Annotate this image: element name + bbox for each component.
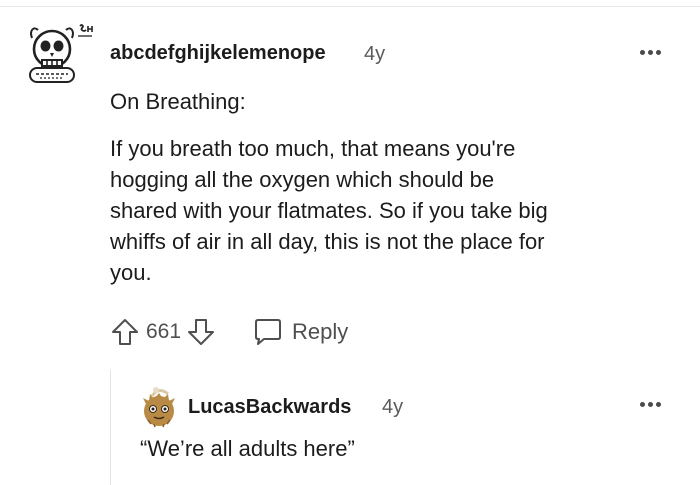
comment-card: abcdefghijkelemenope 4y On Breathing: If… <box>0 0 700 485</box>
comment-title-line: On Breathing: <box>110 89 246 114</box>
reply-button[interactable]: Reply <box>252 317 348 347</box>
more-options-icon <box>639 401 645 407</box>
upvote-arrow-icon <box>112 319 138 345</box>
comment-body: If you breath too much, that means you'r… <box>110 136 548 285</box>
reply-user-avatar[interactable] <box>140 386 178 428</box>
chat-bubble-icon <box>255 319 282 345</box>
comment-actions: 661 Reply <box>108 313 348 351</box>
reply-more-options-button[interactable] <box>634 394 666 414</box>
downvote-button[interactable] <box>184 315 218 349</box>
downvote-arrow-icon <box>188 319 215 345</box>
more-options-button[interactable] <box>634 42 666 62</box>
reply-timestamp[interactable]: 4y <box>382 396 403 419</box>
reply-body: “We’re all adults here” <box>140 436 355 461</box>
skull-avatar-icon <box>29 24 93 83</box>
comment-timestamp[interactable]: 4y <box>364 43 385 66</box>
more-options-icon <box>655 401 661 407</box>
comment-username[interactable]: abcdefghijkelemenope <box>110 42 326 65</box>
user-avatar[interactable] <box>26 20 98 88</box>
reply-username[interactable]: LucasBackwards <box>188 396 351 419</box>
more-options-icon <box>647 401 653 407</box>
vote-score: 661 <box>146 320 182 343</box>
thread-line[interactable] <box>110 370 111 485</box>
more-options-icon <box>639 49 645 55</box>
more-options-icon <box>655 49 661 55</box>
reply-label: Reply <box>292 319 349 344</box>
more-options-icon <box>647 49 653 55</box>
furry-creature-avatar-icon <box>143 387 175 428</box>
upvote-button[interactable] <box>108 315 142 349</box>
